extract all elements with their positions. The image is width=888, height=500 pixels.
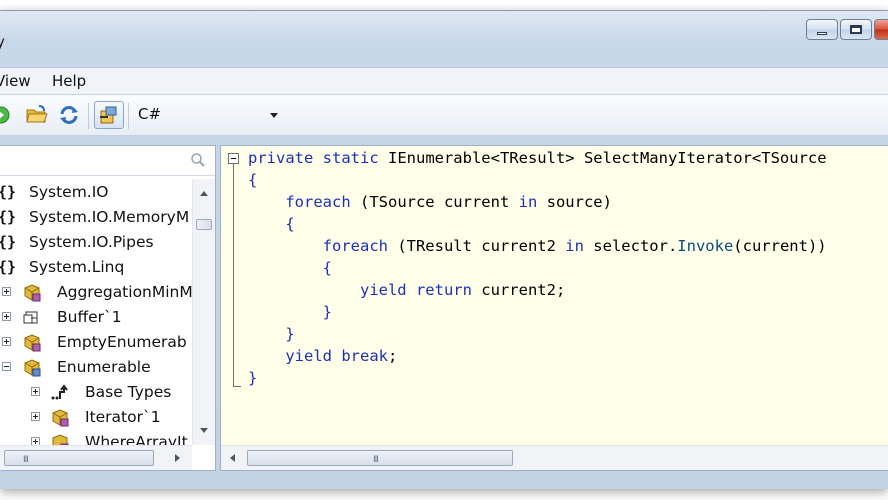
code-line: } — [285, 325, 295, 343]
base-types-icon — [51, 384, 68, 400]
toolbar: C# — [0, 95, 888, 136]
tree-item-label: WhereArrayIt — [85, 433, 188, 445]
reference-toggle-button[interactable] — [94, 101, 124, 129]
open-folder-icon[interactable] — [26, 105, 48, 125]
scroll-up-icon[interactable] — [200, 191, 208, 196]
expand-icon[interactable] — [2, 337, 11, 346]
fold-guide — [233, 164, 234, 386]
class-icon — [24, 359, 41, 377]
tree-item-label: System.IO — [29, 183, 109, 201]
code-line: { — [285, 215, 295, 233]
fold-guide-end — [233, 386, 241, 387]
tree-item-label: Enumerable — [57, 358, 151, 376]
code-line: { — [322, 259, 332, 277]
code-line: foreach (TResult current2 in selector.In… — [322, 237, 827, 255]
minimize-button[interactable] — [806, 19, 838, 40]
chevron-down-icon — [270, 113, 278, 118]
scroll-left-icon[interactable] — [230, 454, 235, 462]
code-editor[interactable]: private static IEnumerable<TResult> Sele… — [220, 145, 888, 471]
tree-item-label: EmptyEnumerab — [57, 333, 187, 351]
assembly-tree-pane: {} System.IO {} System.IO.MemoryM {} Sys… — [0, 145, 216, 471]
caption-buttons — [806, 19, 888, 41]
maximize-button[interactable] — [840, 19, 872, 40]
code-line: yield return current2; — [359, 281, 566, 299]
title-bar[interactable]: y — [0, 11, 888, 59]
close-button[interactable] — [874, 19, 888, 40]
struct-icon — [23, 311, 38, 324]
grip-icon: III — [23, 455, 29, 465]
expand-icon[interactable] — [2, 312, 11, 321]
namespace-icon: {} — [0, 258, 17, 276]
scroll-right-icon[interactable] — [175, 454, 180, 462]
grip-icon: III — [373, 455, 379, 465]
tree-view: {} System.IO {} System.IO.MemoryM {} Sys… — [0, 181, 192, 445]
expand-icon[interactable] — [2, 287, 11, 296]
language-value: C# — [138, 105, 162, 123]
code-horizontal-scrollbar[interactable]: III — [221, 445, 888, 470]
class-icon — [24, 334, 41, 352]
menu-bar: View Help — [0, 67, 888, 94]
expand-icon[interactable] — [31, 387, 40, 396]
expand-icon[interactable] — [31, 437, 40, 445]
collapse-icon[interactable] — [2, 362, 11, 371]
app-window: y View Help — [0, 10, 888, 489]
tree-item-label: Iterator`1 — [85, 408, 161, 426]
refresh-icon[interactable] — [58, 105, 80, 125]
go-icon[interactable] — [0, 105, 12, 125]
code-line: } — [248, 369, 258, 387]
collapse-icon[interactable] — [228, 153, 239, 164]
tree-item-label: Base Types — [85, 383, 172, 401]
tree-vertical-scrollbar[interactable] — [192, 179, 215, 445]
tree-horizontal-scrollbar[interactable]: III — [0, 445, 192, 470]
reference-icon — [100, 106, 117, 124]
tree-item-label: AggregationMinM — [57, 283, 192, 301]
menu-view[interactable]: View — [0, 72, 31, 90]
menu-help[interactable]: Help — [52, 72, 86, 90]
tree-item-label: System.IO.Pipes — [29, 233, 154, 251]
code-line: private static IEnumerable<TResult> Sele… — [248, 149, 827, 167]
namespace-icon: {} — [0, 208, 17, 226]
class-icon — [24, 284, 41, 302]
code-line: foreach (TSource current in source) — [285, 193, 612, 211]
toolbar-separator-2 — [128, 103, 129, 129]
tree-item-label: System.Linq — [29, 258, 125, 276]
namespace-icon: {} — [0, 183, 17, 201]
search-icon[interactable] — [190, 152, 206, 168]
code-line: yield break; — [285, 347, 398, 365]
class-icon — [52, 434, 69, 445]
code-line: } — [322, 303, 332, 321]
expand-icon[interactable] — [31, 412, 40, 421]
class-icon — [52, 409, 69, 427]
scroll-thumb[interactable] — [196, 219, 212, 230]
tree-item-label: System.IO.MemoryM — [29, 208, 190, 226]
namespace-icon: {} — [0, 233, 17, 251]
toolbar-separator — [88, 103, 89, 129]
scroll-down-icon[interactable] — [200, 428, 208, 433]
tree-search-input[interactable] — [0, 146, 215, 176]
scroll-thumb[interactable]: III — [247, 450, 513, 466]
language-dropdown[interactable]: C# — [134, 105, 284, 127]
window-title: y — [0, 33, 5, 51]
scroll-thumb[interactable]: III — [4, 450, 154, 466]
tree-item-label: Buffer`1 — [57, 308, 122, 326]
code-line: { — [248, 171, 258, 189]
